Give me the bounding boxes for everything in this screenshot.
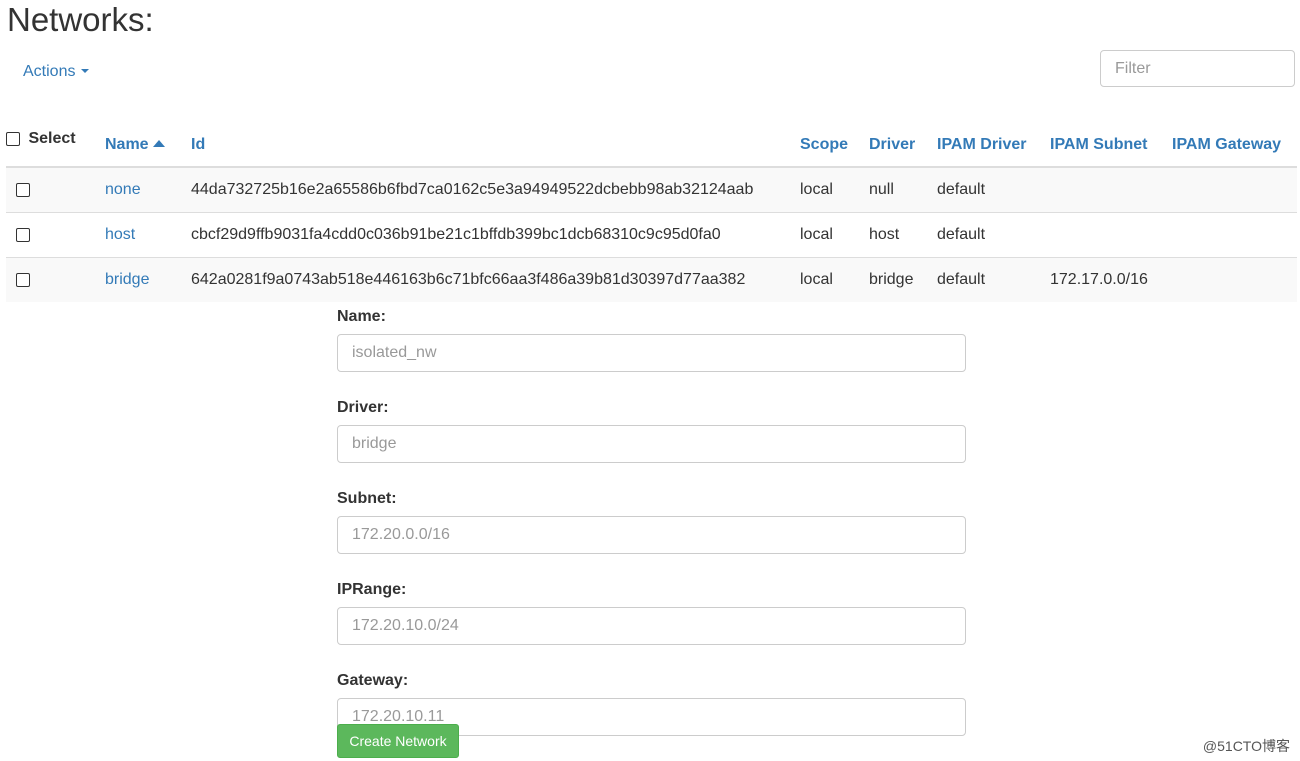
caret-down-icon (81, 68, 90, 73)
header-name-label: Name (105, 136, 149, 153)
network-driver: bridge (869, 257, 937, 302)
header-scope[interactable]: Scope (800, 100, 869, 168)
network-driver: host (869, 212, 937, 258)
network-ipam-driver: default (937, 212, 1050, 258)
network-scope: local (800, 212, 869, 258)
network-ipam-subnet: 172.17.0.0/16 (1050, 257, 1172, 302)
iprange-label: IPRange: (337, 581, 407, 598)
network-ipam-gateway (1172, 257, 1297, 302)
name-group: Name: (337, 307, 967, 391)
network-ipam-subnet (1050, 212, 1172, 258)
network-scope: local (800, 166, 869, 213)
driver-group: Driver: (337, 398, 967, 482)
row-checkbox[interactable] (16, 182, 30, 197)
create-network-button[interactable]: Create Network (337, 724, 459, 758)
network-id: 642a0281f9a0743ab518e446163b6c71bfc66aa3… (191, 257, 800, 302)
header-name[interactable]: Name (105, 100, 191, 168)
actions-dropdown[interactable]: Actions (23, 61, 90, 83)
header-id[interactable]: Id (191, 100, 800, 168)
row-select-cell (6, 257, 105, 302)
driver-input[interactable] (337, 425, 966, 463)
network-name-cell: host (105, 212, 191, 258)
iprange-group: IPRange: (337, 580, 967, 664)
iprange-input[interactable] (337, 607, 966, 645)
subnet-group: Subnet: (337, 489, 967, 573)
page-title: Networks: (7, 1, 154, 38)
network-driver: null (869, 166, 937, 213)
subnet-input[interactable] (337, 516, 966, 554)
table-row: host cbcf29d9ffb9031fa4cdd0c036b91be21c1… (6, 212, 1297, 258)
network-name-cell: none (105, 166, 191, 213)
networks-page: Networks: Actions Select Name (0, 0, 1300, 761)
chevron-up-icon (152, 139, 165, 147)
network-scope: local (800, 257, 869, 302)
select-all-checkbox[interactable] (6, 131, 20, 146)
table-header-row: Select Name Id Scope Driver IPAM Driver … (6, 100, 1297, 168)
create-network-form: Name: Driver: Subnet: IPRange: Gateway: (337, 300, 967, 755)
filter-input[interactable] (1100, 50, 1295, 87)
row-checkbox[interactable] (16, 227, 30, 242)
driver-label: Driver: (337, 399, 389, 416)
table-row: bridge 642a0281f9a0743ab518e446163b6c71b… (6, 257, 1297, 302)
row-select-cell (6, 212, 105, 258)
network-ipam-gateway (1172, 166, 1297, 213)
subnet-label: Subnet: (337, 490, 397, 507)
watermark: @51CTO博客 (1202, 738, 1290, 754)
gateway-label: Gateway: (337, 672, 409, 689)
header-ipam-subnet[interactable]: IPAM Subnet (1050, 100, 1172, 168)
network-id: 44da732725b16e2a65586b6fbd7ca0162c5e3a94… (191, 166, 800, 213)
name-label: Name: (337, 308, 386, 325)
network-name-link[interactable]: host (105, 226, 135, 243)
network-ipam-subnet (1050, 166, 1172, 213)
header-select-label: Select (28, 130, 76, 147)
table-row: none 44da732725b16e2a65586b6fbd7ca0162c5… (6, 166, 1297, 213)
header-select: Select (6, 100, 105, 168)
networks-table: Select Name Id Scope Driver IPAM Driver … (6, 100, 1297, 302)
network-ipam-driver: default (937, 166, 1050, 213)
network-name-link[interactable]: none (105, 181, 141, 198)
row-select-cell (6, 166, 105, 213)
header-driver[interactable]: Driver (869, 100, 937, 168)
row-checkbox[interactable] (16, 272, 30, 287)
header-ipam-gateway[interactable]: IPAM Gateway (1172, 100, 1297, 168)
network-name-link[interactable]: bridge (105, 271, 149, 288)
actions-label: Actions (23, 63, 76, 80)
network-id: cbcf29d9ffb9031fa4cdd0c036b91be21c1bffdb… (191, 212, 800, 258)
network-ipam-driver: default (937, 257, 1050, 302)
name-input[interactable] (337, 334, 966, 372)
network-ipam-gateway (1172, 212, 1297, 258)
network-name-cell: bridge (105, 257, 191, 302)
header-ipam-driver[interactable]: IPAM Driver (937, 100, 1050, 168)
